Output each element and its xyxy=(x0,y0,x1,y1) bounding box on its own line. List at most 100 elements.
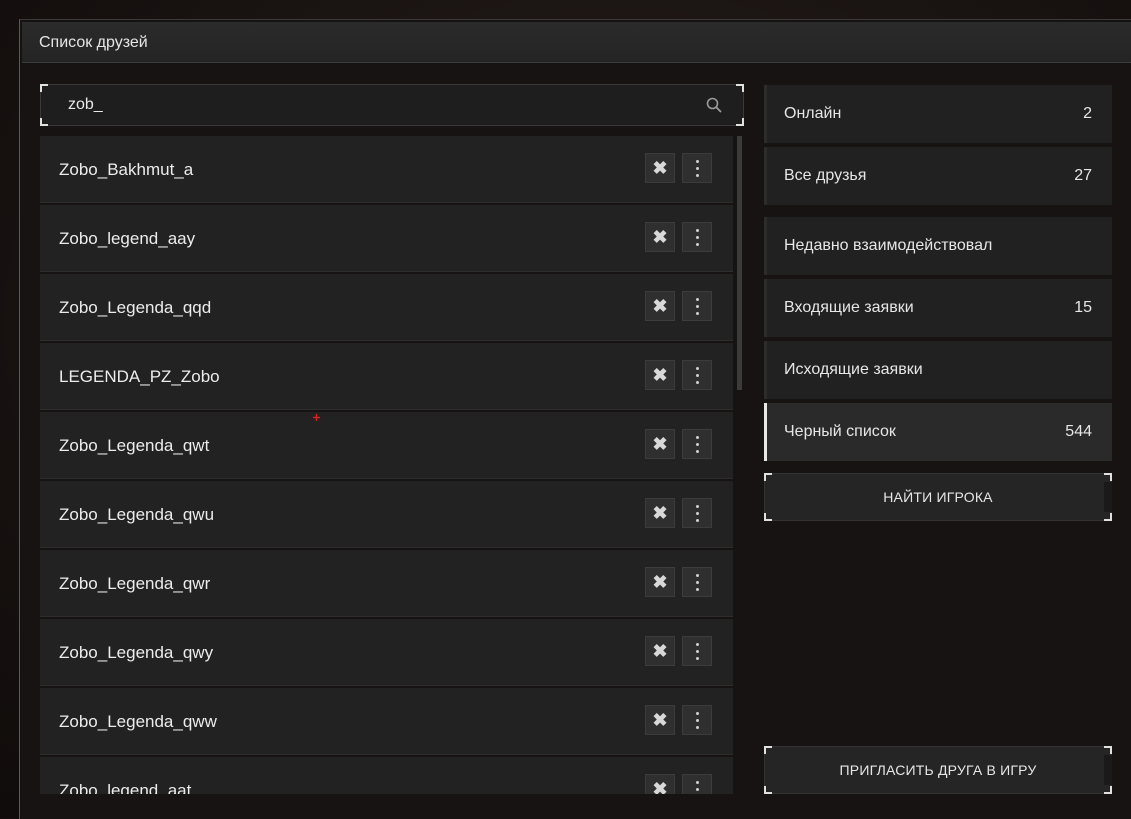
corner-decoration xyxy=(40,118,48,126)
more-options-button[interactable] xyxy=(682,222,712,252)
category-label: Черный список xyxy=(784,423,896,440)
friend-name: Zobo_legend_aat xyxy=(59,781,192,794)
more-options-button[interactable] xyxy=(682,567,712,597)
category-count: 544 xyxy=(1065,423,1092,440)
corner-decoration xyxy=(764,513,772,521)
friend-name: Zobo_Bakhmut_a xyxy=(59,160,194,179)
remove-friend-button[interactable]: ✖ xyxy=(645,360,675,390)
remove-friend-button[interactable]: ✖ xyxy=(645,222,675,252)
friend-name: Zobo_legend_aay xyxy=(59,229,196,248)
category-count: 2 xyxy=(1083,105,1092,122)
find-player-button[interactable]: НАЙТИ ИГРОКА xyxy=(764,473,1112,521)
friend-name: Zobo_Legenda_qww xyxy=(59,712,217,731)
corner-decoration xyxy=(1104,513,1112,521)
invite-friend-label: ПРИГЛАСИТЬ ДРУГА В ИГРУ xyxy=(839,762,1037,778)
corner-decoration xyxy=(40,84,48,92)
more-options-button[interactable] xyxy=(682,636,712,666)
more-vertical-icon xyxy=(695,711,699,729)
friend-name: Zobo_Legenda_qwy xyxy=(59,643,214,662)
corner-decoration xyxy=(1104,473,1112,481)
more-vertical-icon xyxy=(695,780,699,795)
more-vertical-icon xyxy=(695,159,699,177)
category-count: 27 xyxy=(1074,167,1092,184)
friend-row[interactable]: Zobo_Legenda_qwy ✖ xyxy=(40,619,733,686)
list-scrollbar[interactable] xyxy=(737,136,742,390)
remove-friend-button[interactable]: ✖ xyxy=(645,429,675,459)
more-options-button[interactable] xyxy=(682,291,712,321)
friend-row[interactable]: Zobo_Bakhmut_a ✖ xyxy=(40,136,733,203)
corner-decoration xyxy=(736,118,744,126)
crosshair-icon xyxy=(313,414,320,421)
title-bar: Список друзей xyxy=(22,22,1131,63)
close-icon: ✖ xyxy=(652,226,668,247)
category-label: Недавно взаимодействовал xyxy=(784,237,993,254)
friend-row[interactable]: Zobo_Legenda_qwt ✖ xyxy=(40,412,733,479)
remove-friend-button[interactable]: ✖ xyxy=(645,567,675,597)
friend-row[interactable]: Zobo_Legenda_qqd ✖ xyxy=(40,274,733,341)
close-icon: ✖ xyxy=(652,709,668,730)
close-icon: ✖ xyxy=(652,433,668,454)
friend-name: Zobo_Legenda_qwr xyxy=(59,574,211,593)
more-vertical-icon xyxy=(695,642,699,660)
more-options-button[interactable] xyxy=(682,429,712,459)
more-vertical-icon xyxy=(695,573,699,591)
category-online[interactable]: Онлайн 2 xyxy=(764,85,1112,143)
corner-decoration xyxy=(1104,786,1112,794)
corner-decoration xyxy=(1104,746,1112,754)
category-label: Входящие заявки xyxy=(784,299,914,316)
category-blacklist[interactable]: Черный список 544 xyxy=(764,403,1112,461)
corner-decoration xyxy=(764,473,772,481)
category-label: Все друзья xyxy=(784,167,867,184)
window-title: Список друзей xyxy=(39,34,148,51)
button-notch xyxy=(1104,482,1112,512)
close-icon: ✖ xyxy=(652,640,668,661)
remove-friend-button[interactable]: ✖ xyxy=(645,291,675,321)
friends-list: Zobo_Bakhmut_a ✖ Zobo_legend_aay ✖ Zobo_Lege… xyxy=(40,136,733,794)
friend-row[interactable]: Zobo_Legenda_qwu ✖ xyxy=(40,481,733,548)
more-vertical-icon xyxy=(695,228,699,246)
friend-row[interactable]: Zobo_Legenda_qww ✖ xyxy=(40,688,733,755)
remove-friend-button[interactable]: ✖ xyxy=(645,153,675,183)
remove-friend-button[interactable]: ✖ xyxy=(645,705,675,735)
close-icon: ✖ xyxy=(652,295,668,316)
more-vertical-icon xyxy=(695,366,699,384)
more-options-button[interactable] xyxy=(682,498,712,528)
close-icon: ✖ xyxy=(652,157,668,178)
search-box[interactable] xyxy=(40,84,744,126)
friend-name: Zobo_Legenda_qwt xyxy=(59,436,210,455)
more-vertical-icon xyxy=(695,297,699,315)
close-icon: ✖ xyxy=(652,778,668,795)
corner-decoration xyxy=(764,746,772,754)
find-player-label: НАЙТИ ИГРОКА xyxy=(883,489,993,505)
more-options-button[interactable] xyxy=(682,774,712,794)
search-input[interactable] xyxy=(68,94,668,116)
friend-row[interactable]: Zobo_legend_aay ✖ xyxy=(40,205,733,272)
friend-row[interactable]: Zobo_Legenda_qwr ✖ xyxy=(40,550,733,617)
friend-name: Zobo_Legenda_qqd xyxy=(59,298,212,317)
more-options-button[interactable] xyxy=(682,153,712,183)
remove-friend-button[interactable]: ✖ xyxy=(645,498,675,528)
category-incoming-requests[interactable]: Входящие заявки 15 xyxy=(764,279,1112,337)
more-options-button[interactable] xyxy=(682,705,712,735)
remove-friend-button[interactable]: ✖ xyxy=(645,774,675,794)
invite-friend-button[interactable]: ПРИГЛАСИТЬ ДРУГА В ИГРУ xyxy=(764,746,1112,794)
close-icon: ✖ xyxy=(652,571,668,592)
category-count: 15 xyxy=(1074,299,1092,316)
search-icon[interactable] xyxy=(705,96,723,114)
friend-row[interactable]: Zobo_legend_aat ✖ xyxy=(40,757,733,794)
remove-friend-button[interactable]: ✖ xyxy=(645,636,675,666)
category-all-friends[interactable]: Все друзья 27 xyxy=(764,147,1112,205)
friend-name: LEGENDA_PZ_Zobo xyxy=(59,367,220,386)
friend-row[interactable]: LEGENDA_PZ_Zobo ✖ xyxy=(40,343,733,410)
corner-decoration xyxy=(736,84,744,92)
category-label: Исходящие заявки xyxy=(784,361,923,378)
corner-decoration xyxy=(764,786,772,794)
category-recent[interactable]: Недавно взаимодействовал xyxy=(764,217,1112,275)
more-options-button[interactable] xyxy=(682,360,712,390)
category-outgoing-requests[interactable]: Исходящие заявки xyxy=(764,341,1112,399)
more-vertical-icon xyxy=(695,504,699,522)
button-notch xyxy=(1104,755,1112,785)
category-label: Онлайн xyxy=(784,105,842,122)
close-icon: ✖ xyxy=(652,502,668,523)
more-vertical-icon xyxy=(695,435,699,453)
